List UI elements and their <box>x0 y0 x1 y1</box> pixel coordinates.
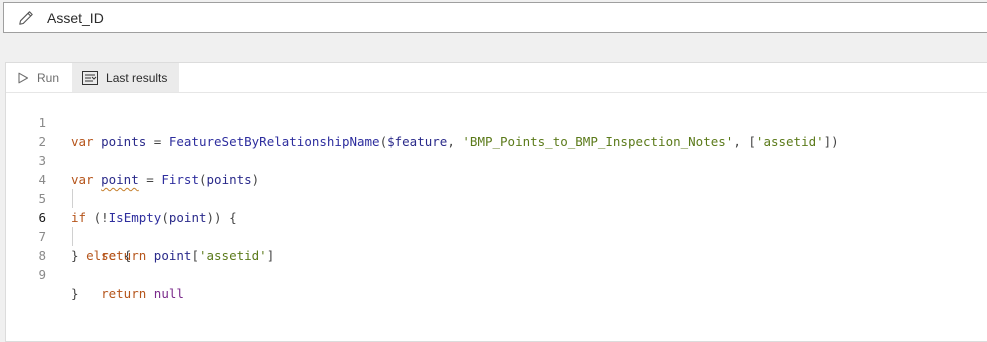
code-line[interactable]: 9 } <box>6 246 987 301</box>
code-line[interactable]: 7 } else { <box>6 208 987 263</box>
indent-guide <box>72 189 73 208</box>
last-results-label: Last results <box>106 70 168 85</box>
code-line[interactable]: 2 <box>6 113 987 149</box>
run-button-label: Run <box>37 70 60 85</box>
indent-guide <box>72 227 73 246</box>
editor-toolbar: Run Last results <box>6 63 987 93</box>
code-text[interactable]: } <box>71 284 79 303</box>
code-editor[interactable]: 1 var points = FeatureSetByRelationshipN… <box>6 94 987 301</box>
code-line[interactable]: 4 <box>6 151 987 187</box>
arcade-editor-panel: Run Last results 1 var points = FeatureS… <box>5 62 987 342</box>
line-number: 9 <box>38 267 46 282</box>
run-button[interactable]: Run <box>6 63 72 92</box>
code-text[interactable]: return null <box>71 284 184 303</box>
code-line[interactable]: 8 return null <box>6 227 987 301</box>
last-results-button[interactable]: Last results <box>72 63 180 92</box>
code-line[interactable]: 5 if (!IsEmpty(point)) { <box>6 170 987 225</box>
pencil-icon[interactable] <box>18 10 34 26</box>
expression-title-bar[interactable]: Asset_ID <box>3 2 987 33</box>
expression-title[interactable]: Asset_ID <box>47 10 104 26</box>
code-line[interactable]: 3 var point = First(points) <box>6 132 987 187</box>
code-line[interactable]: 1 var points = FeatureSetByRelationshipN… <box>6 94 987 149</box>
play-icon <box>18 72 29 83</box>
results-table-icon <box>82 70 99 85</box>
code-line-current[interactable]: 6 return point['assetid'] <box>6 189 987 263</box>
